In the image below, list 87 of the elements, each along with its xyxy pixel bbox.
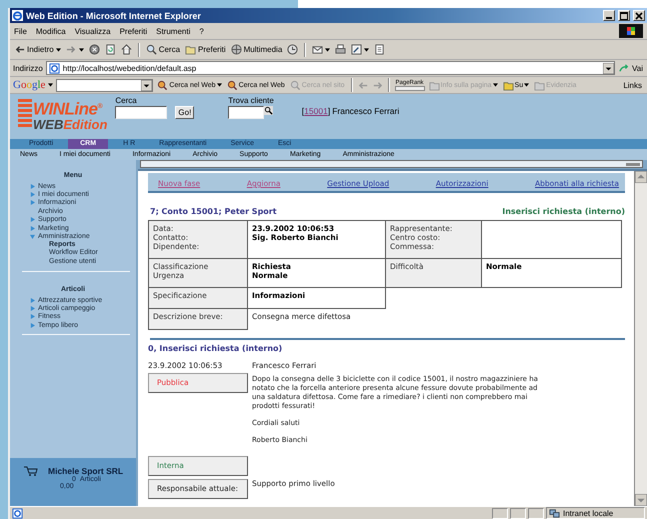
- toolbar-button[interactable]: [88, 44, 101, 55]
- scrollbar[interactable]: [140, 160, 643, 168]
- security-zone: Intranet locale: [546, 507, 645, 519]
- close-icon: [635, 12, 643, 20]
- caret-icon: [56, 48, 61, 52]
- menu-item[interactable]: Preferiti: [120, 26, 148, 36]
- cart-icon: [24, 466, 38, 476]
- home-icon: [120, 44, 132, 55]
- folder-icon: [534, 80, 546, 90]
- windows-logo-icon: [619, 24, 643, 38]
- status-pane: [528, 508, 544, 518]
- toolbar-button[interactable]: Multimedia: [230, 44, 284, 55]
- go-button[interactable]: Vai: [618, 62, 644, 74]
- status-pane: [492, 508, 508, 518]
- toolbar-button[interactable]: [286, 44, 300, 55]
- history-icon: [287, 44, 298, 55]
- folder-icon: [502, 80, 514, 90]
- toolbar-button[interactable]: [350, 44, 370, 55]
- request-type: Inserisci richiesta (interno): [502, 207, 625, 216]
- caret-icon: [364, 48, 370, 52]
- address-field[interactable]: http://localhost/webedition/default.asp: [46, 61, 616, 75]
- search-field[interactable]: [115, 106, 168, 119]
- google-logo: Google: [13, 79, 46, 91]
- search-label: Cerca: [115, 96, 138, 105]
- toolbar-button[interactable]: Cerca: [144, 44, 182, 55]
- toolbar-button[interactable]: [373, 44, 386, 55]
- minimize-button[interactable]: [603, 10, 615, 21]
- toolbar-button[interactable]: [120, 44, 133, 55]
- customer-code-link[interactable]: 15001: [304, 106, 328, 116]
- address-label: Indirizzo: [13, 64, 43, 72]
- folder-icon: [428, 80, 440, 90]
- menu-item[interactable]: File: [14, 26, 27, 36]
- menu-item[interactable]: ?: [199, 26, 204, 36]
- network-icon: [549, 508, 560, 518]
- search-field[interactable]: [56, 78, 154, 92]
- caret-icon: [325, 48, 330, 52]
- search-icon: [290, 80, 301, 90]
- go-button[interactable]: Go!: [175, 106, 194, 119]
- toolbar-button[interactable]: [104, 44, 117, 55]
- toolbar-button[interactable]: Indietro: [13, 44, 62, 55]
- status-pane: [510, 508, 526, 518]
- globe-icon: [230, 44, 242, 55]
- toolbar-button[interactable]: [64, 44, 85, 55]
- customer-field[interactable]: [228, 106, 264, 119]
- back-arrow-icon: [14, 44, 25, 55]
- dropdown-icon[interactable]: [141, 80, 152, 90]
- winline-logo: WINLine$^{®}$ WEBEdition: [18, 98, 108, 131]
- caret-icon: [492, 83, 498, 87]
- search-icon[interactable]: [264, 106, 274, 115]
- toolbar-button[interactable]: [334, 44, 348, 55]
- entry-heading: 0, Inserisci richiesta (interno): [148, 344, 284, 353]
- caret-icon: [48, 83, 54, 87]
- customer-name: Francesco Ferrari: [332, 106, 400, 116]
- close-button[interactable]: [633, 10, 645, 21]
- caret-icon: [216, 83, 222, 87]
- caret-icon: [524, 83, 530, 87]
- caret-icon: [78, 48, 84, 52]
- edit-icon: [351, 44, 362, 55]
- search-icon: [157, 80, 168, 90]
- stop-icon: [88, 44, 100, 55]
- request-heading: 7; Conto 15001; Peter Sport: [150, 207, 277, 216]
- menu-item[interactable]: Visualizza: [74, 26, 111, 36]
- browser-icon: [12, 10, 23, 21]
- refresh-icon: [104, 44, 116, 55]
- search-icon: [146, 44, 157, 55]
- dropdown-icon[interactable]: [603, 62, 614, 74]
- bracket-text: ]: [328, 106, 330, 116]
- minimize-icon: [606, 17, 612, 19]
- toolbar-button[interactable]: [311, 44, 332, 55]
- printer-icon: [335, 44, 346, 55]
- maximize-icon: [620, 12, 628, 20]
- folder-icon: [185, 44, 196, 55]
- maximize-button[interactable]: [618, 10, 630, 21]
- forward-arrow-icon: [66, 44, 77, 55]
- window-title: Web Edition - Microsoft Internet Explorer: [26, 10, 201, 20]
- links-button[interactable]: Links: [623, 80, 644, 90]
- document-icon: [374, 44, 386, 55]
- search-icon: [226, 80, 238, 90]
- page-icon: [48, 62, 60, 74]
- menu-item[interactable]: Strumenti: [156, 26, 190, 36]
- menu-item[interactable]: Modifica: [36, 26, 66, 36]
- find-customer-label: Trova cliente: [228, 96, 274, 105]
- arrow-icon: [619, 62, 630, 74]
- mail-icon: [312, 44, 324, 55]
- company-name: Michele Sport SRL: [48, 466, 124, 476]
- bracket-text: [: [302, 106, 304, 116]
- toolbar-button[interactable]: Preferiti: [184, 44, 227, 55]
